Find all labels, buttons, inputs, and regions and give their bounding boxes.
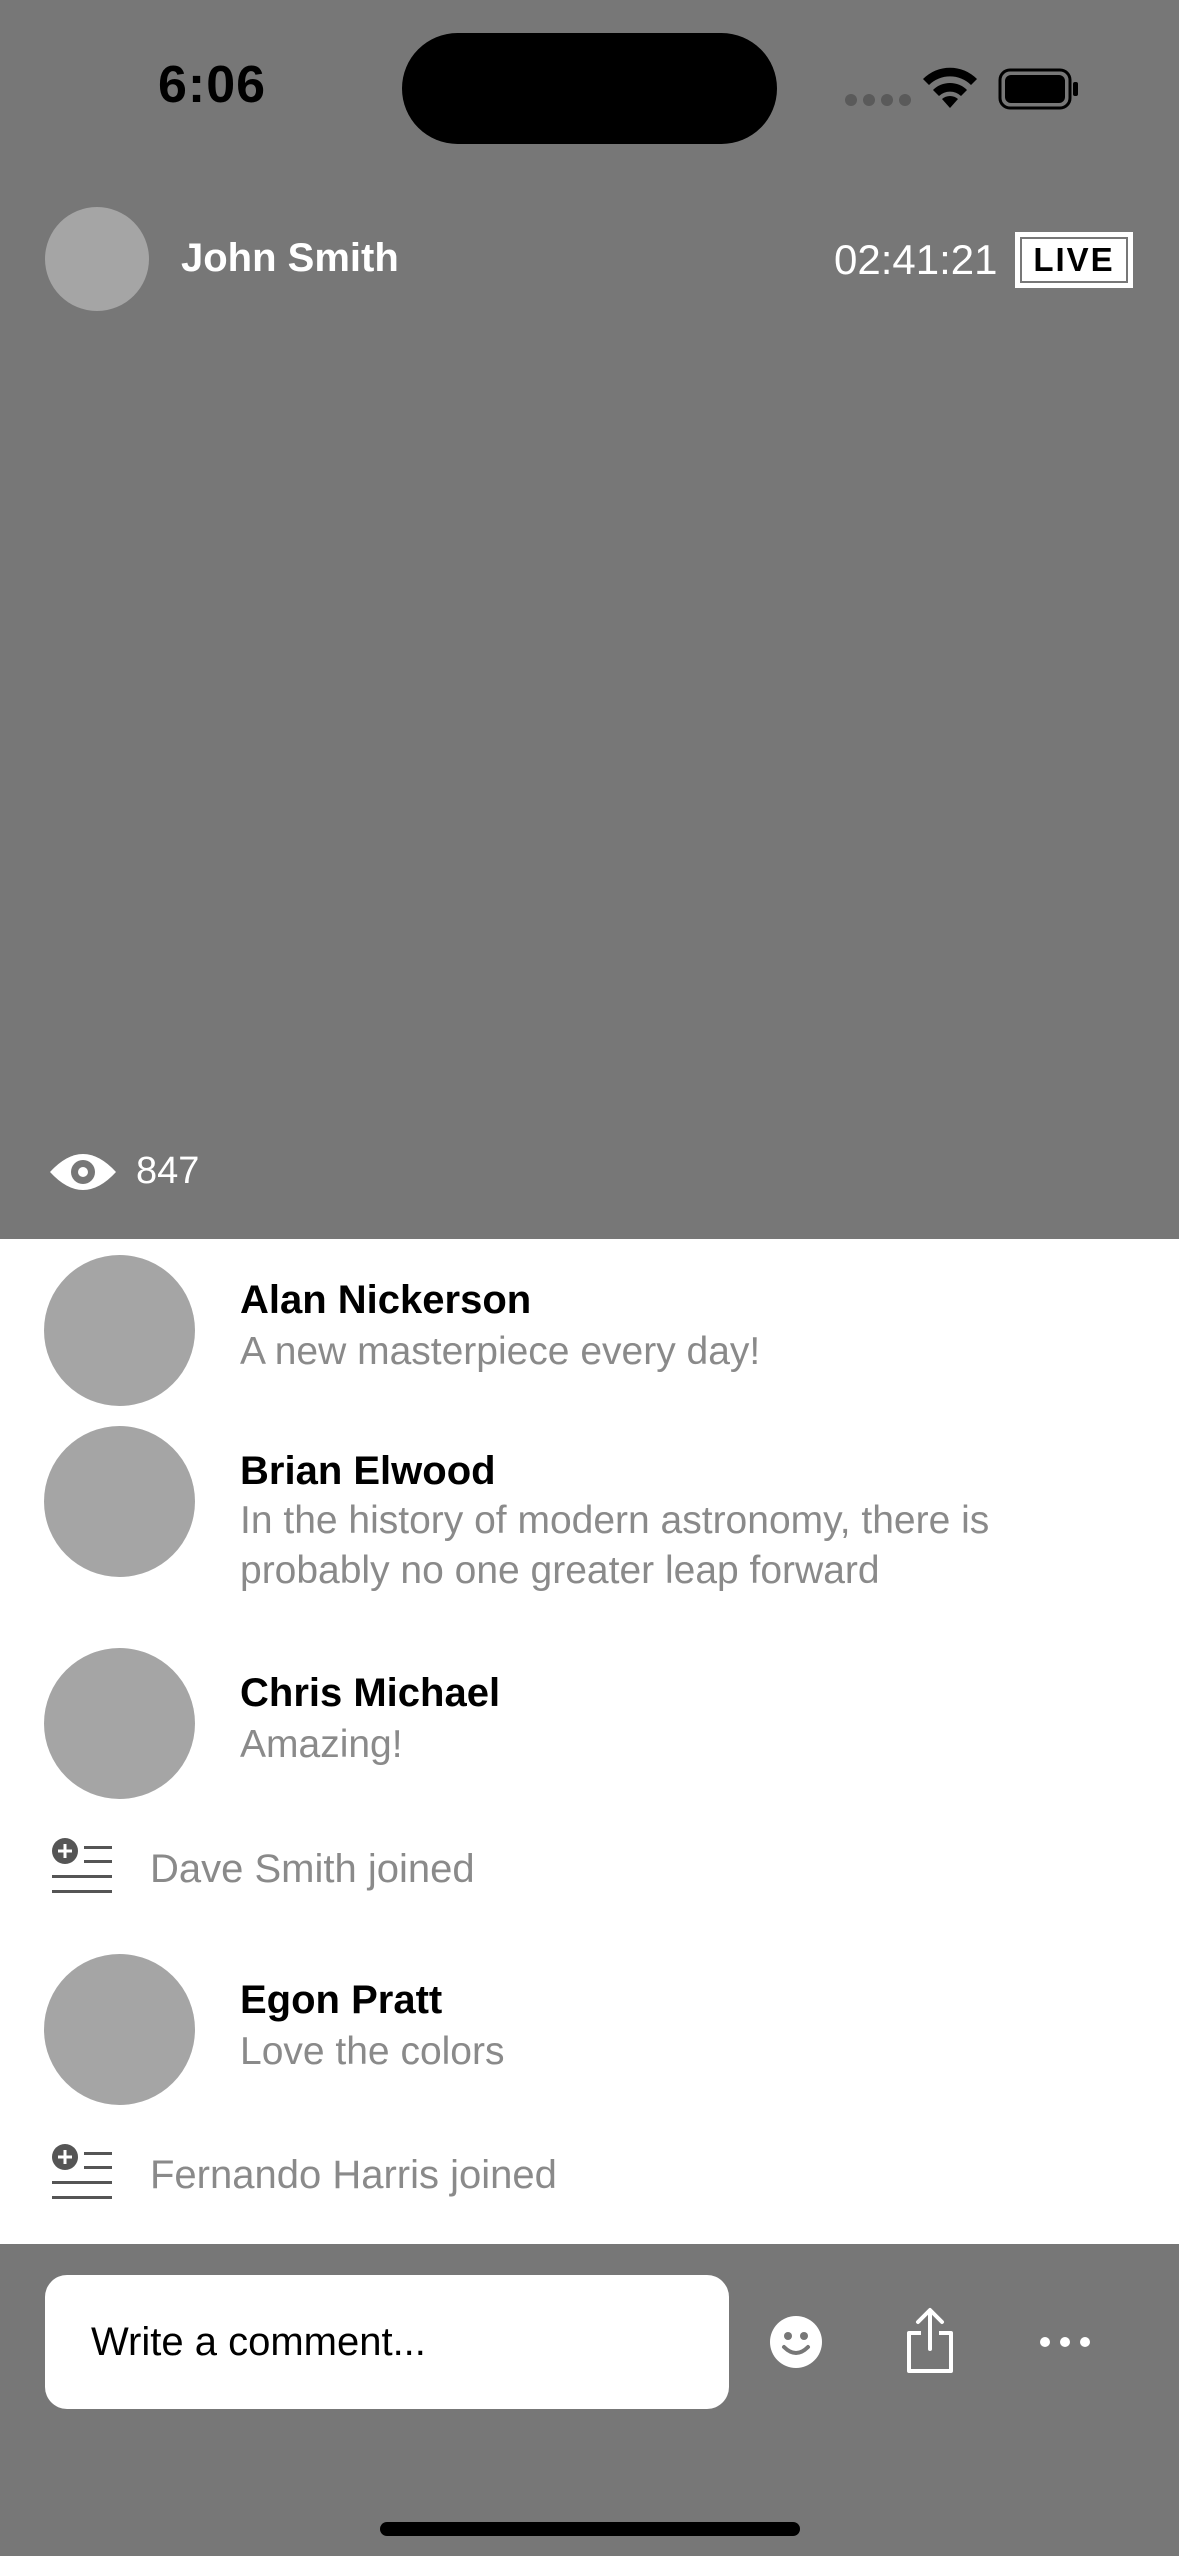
home-indicator[interactable] [380, 2522, 800, 2536]
share-icon[interactable] [905, 2307, 955, 2375]
avatar[interactable] [44, 1255, 195, 1406]
comment-text: In the history of modern astronomy, ther… [240, 1499, 990, 1592]
comment-text: Love the colors [240, 2030, 505, 2073]
smiley-icon[interactable] [769, 2315, 823, 2369]
comment-author[interactable]: Brian Elwood [240, 1449, 496, 1494]
bottom-bar: Write a comment... [0, 2244, 1179, 2556]
host-avatar[interactable] [45, 207, 149, 311]
host-name[interactable]: John Smith [181, 236, 399, 281]
comment-author[interactable]: Egon Pratt [240, 1978, 442, 2023]
join-list-icon [52, 2144, 112, 2199]
comment-input[interactable]: Write a comment... [45, 2275, 729, 2409]
comment-text: Amazing! [240, 1723, 403, 1766]
comment-author[interactable]: Alan Nickerson [240, 1278, 531, 1323]
live-badge: LIVE [1015, 232, 1133, 288]
comment-author[interactable]: Chris Michael [240, 1671, 500, 1716]
live-timer: 02:41:21 [834, 236, 998, 283]
viewer-count: 847 [136, 1150, 200, 1192]
join-text: Fernando Harris joined [150, 2153, 557, 2197]
more-icon[interactable] [1039, 2335, 1091, 2349]
avatar[interactable] [44, 1426, 195, 1577]
battery-icon [998, 68, 1078, 110]
dynamic-island [402, 33, 777, 144]
status-time: 6:06 [158, 56, 267, 114]
video-area[interactable]: 6:06 John Smith 02:41:21 LIVE 847 [0, 0, 1179, 1239]
eye-icon [50, 1154, 116, 1190]
avatar[interactable] [44, 1648, 195, 1799]
join-text: Dave Smith joined [150, 1847, 475, 1891]
cellular-signal-icon [845, 94, 911, 106]
comment-text: A new masterpiece every day! [240, 1330, 761, 1373]
avatar[interactable] [44, 1954, 195, 2105]
join-list-icon [52, 1838, 112, 1893]
wifi-icon [923, 67, 977, 108]
comment-feed[interactable]: Alan Nickerson A new masterpiece every d… [0, 1239, 1179, 2244]
